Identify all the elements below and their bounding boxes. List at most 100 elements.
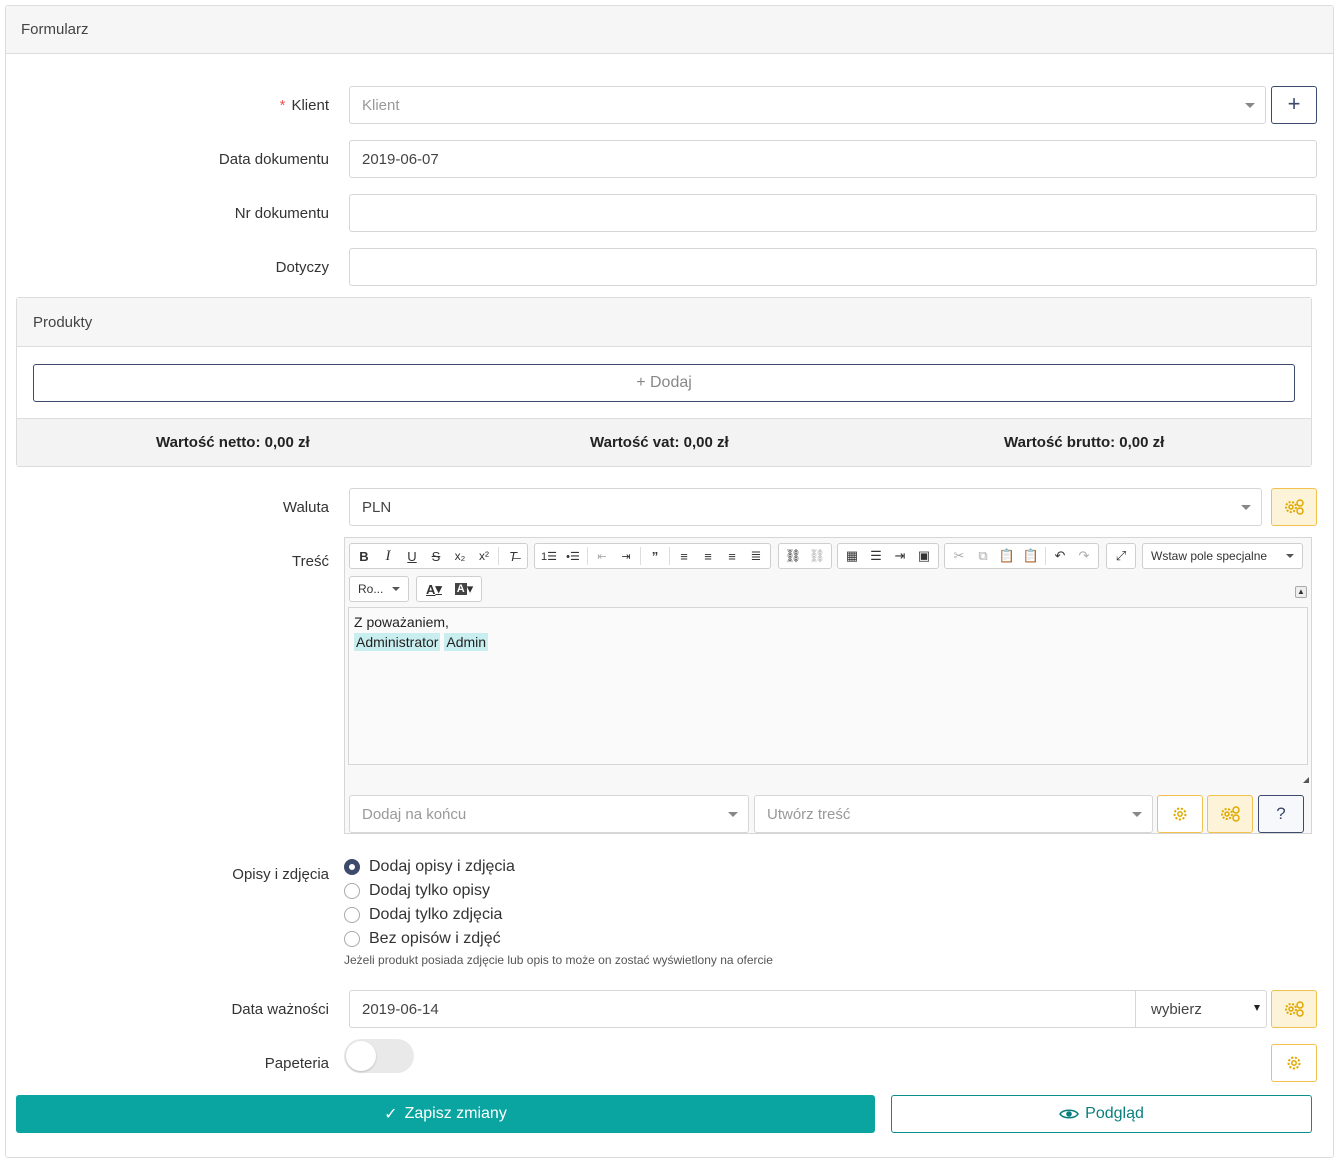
chevron-down-icon: [392, 587, 400, 591]
underline-icon[interactable]: U: [400, 545, 424, 567]
waluta-select[interactable]: PLN: [349, 488, 1262, 526]
dotyczy-input[interactable]: [349, 248, 1317, 286]
data-dokumentu-label: Data dokumentu: [218, 151, 329, 168]
numbered-list-icon[interactable]: 1☰: [537, 545, 561, 567]
nr-dokumentu-label: Nr dokumentu: [234, 205, 329, 222]
data-waznosci-input[interactable]: 2019-06-14: [349, 990, 1136, 1028]
papeteria-settings-button[interactable]: [1271, 1044, 1317, 1082]
radio-unselected[interactable]: [344, 883, 360, 899]
toggle-knob: [346, 1041, 376, 1071]
subscript-icon[interactable]: x₂: [448, 545, 472, 567]
strikethrough-icon[interactable]: S: [424, 545, 448, 567]
data-dokumentu-input[interactable]: 2019-06-07: [349, 140, 1317, 178]
toolbar-list-group: 1☰ •☰ ⇤ ⇥ ” ≡ ≡ ≡ ≣: [534, 543, 771, 569]
eye-icon: [1059, 1109, 1080, 1119]
background-color-icon[interactable]: A ▾: [449, 578, 479, 600]
align-left-icon[interactable]: ≡: [672, 545, 696, 567]
validity-settings-button[interactable]: [1271, 990, 1317, 1028]
unlink-icon[interactable]: ⛓: [805, 545, 829, 567]
toolbar-clipboard-group: ✂ ⧉ 📋 📋 ↶ ↷: [944, 543, 1099, 569]
create-content-select[interactable]: Utwórz treść: [754, 795, 1153, 833]
special-field-tag: Admin: [444, 633, 489, 651]
redo-icon[interactable]: ↷: [1072, 545, 1096, 567]
add-at-end-select[interactable]: Dodaj na końcu: [349, 795, 749, 833]
gears-icon: [1285, 499, 1304, 515]
gears-icon: [1221, 806, 1240, 822]
help-icon: ?: [1276, 804, 1286, 823]
link-icon[interactable]: ⛓: [781, 545, 805, 567]
validity-period-select[interactable]: wybierz: [1135, 990, 1267, 1028]
content-settings-button[interactable]: [1157, 795, 1203, 833]
outdent-icon[interactable]: ⇤: [590, 545, 614, 567]
cut-icon[interactable]: ✂: [947, 545, 971, 567]
dotyczy-label: Dotyczy: [275, 259, 329, 276]
papeteria-toggle[interactable]: [344, 1039, 414, 1073]
save-button[interactable]: ✓ Zapisz zmiany: [16, 1095, 875, 1133]
waluta-label: Waluta: [282, 499, 329, 516]
editor-content[interactable]: Z poważaniem, Administrator Admin: [348, 607, 1308, 765]
radio-option[interactable]: Dodaj tylko opisy: [344, 882, 490, 900]
toolbar-maximize-group: ⤢: [1106, 543, 1136, 569]
papeteria-label: Papeteria: [264, 1055, 329, 1072]
page-break-icon[interactable]: ⇥: [888, 545, 912, 567]
value-netto: Wartość netto: 0,00 zł: [156, 434, 310, 451]
insert-special-field-select[interactable]: Wstaw pole specjalne: [1142, 543, 1303, 569]
copy-icon[interactable]: ⧉: [971, 545, 995, 567]
text-color-icon[interactable]: A ▾: [419, 578, 449, 600]
chevron-down-icon: [1254, 1005, 1260, 1011]
rich-text-editor: B I U S x₂ x² T̶ 1☰ •☰ ⇤ ⇥ ” ≡ ≡ ≡ ≣ ⛓ ⛓…: [344, 537, 1312, 834]
blockquote-icon[interactable]: ”: [643, 545, 667, 567]
paste-icon[interactable]: 📋: [995, 545, 1019, 567]
remove-format-icon[interactable]: T̶: [501, 545, 525, 567]
add-client-button[interactable]: +: [1271, 86, 1317, 124]
italic-icon[interactable]: I: [376, 545, 400, 567]
chevron-down-icon: [1241, 505, 1251, 510]
tresc-label: Treść: [292, 553, 329, 570]
special-field-tag: Administrator: [354, 633, 441, 651]
bold-icon[interactable]: B: [352, 545, 376, 567]
collapse-toolbar-icon[interactable]: ▲: [1295, 586, 1307, 598]
table-icon[interactable]: ▦: [840, 545, 864, 567]
toolbar-format-group: B I U S x₂ x² T̶: [349, 543, 528, 569]
card-title: Formularz: [6, 6, 1333, 54]
add-product-button[interactable]: + Dodaj: [33, 364, 1295, 402]
chevron-down-icon: [1245, 103, 1255, 108]
radio-selected[interactable]: [344, 859, 360, 875]
gears-icon: [1285, 1001, 1304, 1017]
radio-unselected[interactable]: [344, 907, 360, 923]
waluta-settings-button[interactable]: [1271, 488, 1317, 526]
font-select[interactable]: Ro...: [349, 576, 409, 602]
undo-icon[interactable]: ↶: [1048, 545, 1072, 567]
align-justify-icon[interactable]: ≣: [744, 545, 768, 567]
preview-button[interactable]: Podgląd: [891, 1095, 1312, 1133]
radio-unselected[interactable]: [344, 931, 360, 947]
align-center-icon[interactable]: ≡: [696, 545, 720, 567]
klient-select[interactable]: Klient: [349, 86, 1266, 124]
toolbar-color-group: A ▾ A ▾: [416, 576, 482, 602]
resize-handle-icon[interactable]: [1303, 777, 1309, 783]
chevron-down-icon: [1286, 554, 1294, 558]
opisy-hint: Jeżeli produkt posiada zdjęcie lub opis …: [344, 953, 773, 967]
help-button[interactable]: ?: [1258, 795, 1304, 833]
align-right-icon[interactable]: ≡: [720, 545, 744, 567]
bulleted-list-icon[interactable]: •☰: [561, 545, 585, 567]
superscript-icon[interactable]: x²: [472, 545, 496, 567]
nr-dokumentu-input[interactable]: [349, 194, 1317, 232]
products-summary: Wartość netto: 0,00 zł Wartość vat: 0,00…: [17, 418, 1311, 466]
toolbar-link-group: ⛓ ⛓: [778, 543, 832, 569]
paste-text-icon[interactable]: 📋: [1019, 545, 1043, 567]
radio-option[interactable]: Bez opisów i zdjęć: [344, 930, 501, 948]
data-waznosci-label: Data ważności: [231, 1001, 329, 1018]
indent-icon[interactable]: ⇥: [614, 545, 638, 567]
gear-icon: [1173, 807, 1187, 821]
horizontal-line-icon[interactable]: ☰: [864, 545, 888, 567]
opisy-label: Opisy i zdjęcia: [232, 866, 329, 883]
radio-option[interactable]: Dodaj opisy i zdjęcia: [344, 858, 515, 876]
maximize-icon[interactable]: ⤢: [1109, 545, 1133, 567]
content-advanced-settings-button[interactable]: [1207, 795, 1253, 833]
image-icon[interactable]: ▣: [912, 545, 936, 567]
plus-icon: +: [1287, 91, 1301, 116]
gear-icon: [1287, 1056, 1301, 1070]
products-title: Produkty: [17, 298, 1311, 347]
radio-option[interactable]: Dodaj tylko zdjęcia: [344, 906, 502, 924]
